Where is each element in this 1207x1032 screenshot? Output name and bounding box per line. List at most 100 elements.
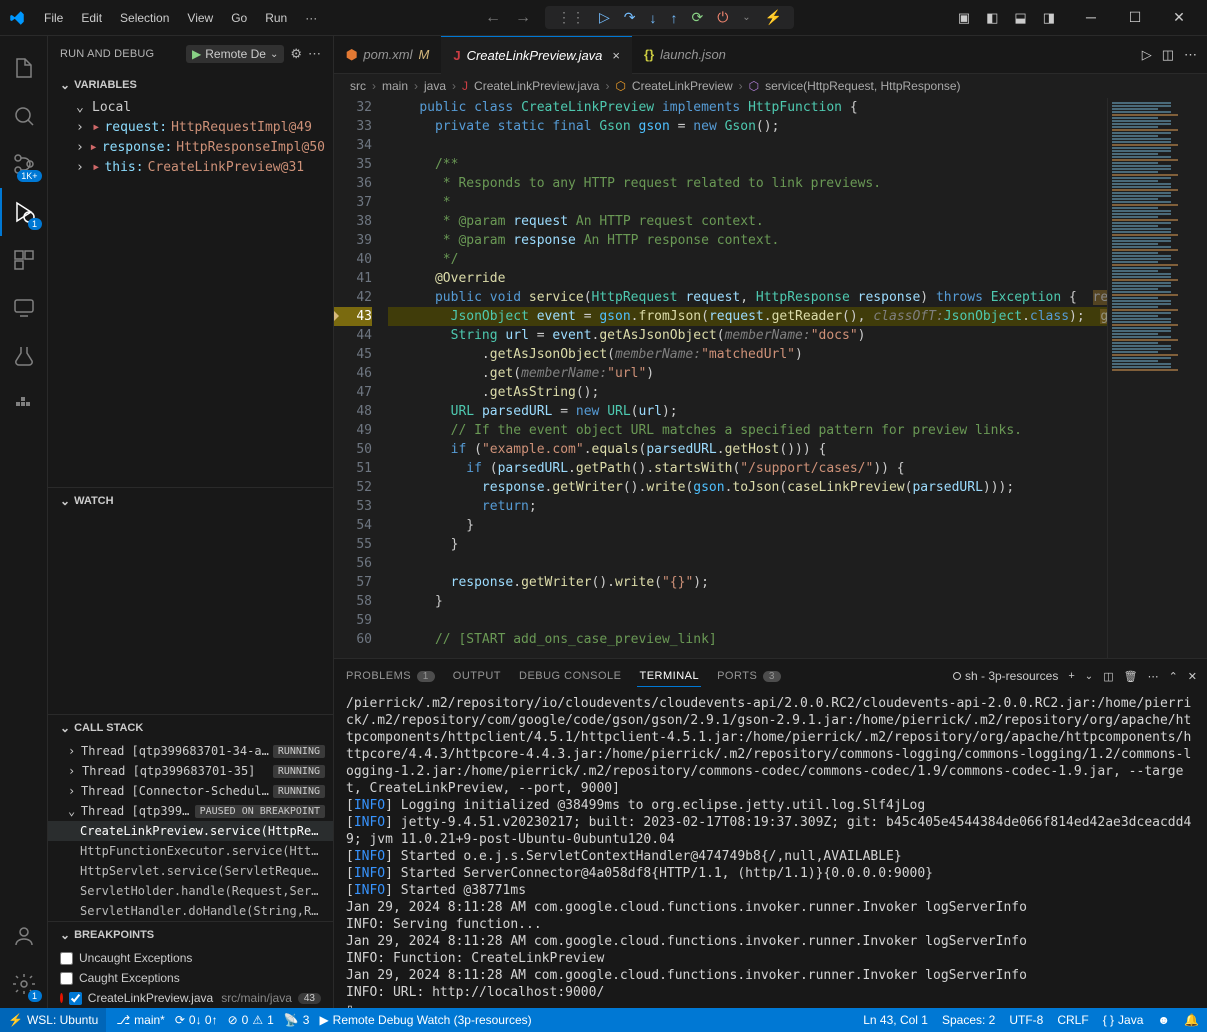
sb-spaces[interactable]: Spaces: 2 [942,1013,995,1027]
panel-maximize-icon[interactable]: ⌃ [1169,670,1178,683]
trash-icon[interactable]: 🗑 [1124,670,1138,683]
panel-close-icon[interactable]: ✕ [1188,670,1197,683]
menu-selection[interactable]: Selection [112,7,177,29]
sb-lang[interactable]: { } Java [1103,1013,1144,1027]
sb-sync[interactable]: ⟳ 0↓ 0↑ [175,1013,218,1027]
editor-tab[interactable]: {}launch.json [632,36,738,74]
editor-actions: ▷ ◫ ⋯ [1142,47,1197,63]
code-content[interactable]: public class CreateLinkPreview implement… [388,98,1107,658]
callstack-header[interactable]: CALL STACK [48,715,333,741]
stack-frame[interactable]: HttpServlet.service(ServletRequest,S [48,861,333,881]
menu-view[interactable]: View [179,7,221,29]
run-icon[interactable]: ▷ [1142,47,1152,63]
nav-forward[interactable]: → [515,9,531,27]
thread-row[interactable]: ›Thread [qtp399683701-34-acce…RUNNING [48,741,333,761]
sb-line[interactable]: Ln 43, Col 1 [863,1013,928,1027]
play-icon: ▶ [192,47,201,61]
panel-ports[interactable]: PORTS 3 [715,666,783,686]
activity-search[interactable] [0,92,48,140]
new-terminal-icon[interactable]: + [1068,670,1074,682]
panel-more-icon[interactable]: ⋯ [1148,670,1159,683]
panel-problems[interactable]: PROBLEMS 1 [344,666,437,686]
terminal-shell[interactable]: sh - 3p-resources [953,669,1058,683]
stack-frame[interactable]: ServletHolder.handle(Request,Servlet [48,881,333,901]
gear-icon[interactable]: ⚙ [290,46,302,62]
sb-notifications[interactable]: 🔔 [1184,1013,1199,1027]
terminal-content[interactable]: /pierrick/.m2/repository/io/cloudevents/… [334,693,1207,1008]
main-area: 1K+ 1 1 RUN AND DEBUG ▶ Remote De ⌄ ⚙ ⋯ … [0,36,1207,1008]
thread-row[interactable]: ›Thread [Connector-Scheduler-…RUNNING [48,781,333,801]
editor-tab[interactable]: ⬢pom.xmlM [334,36,441,74]
code-editor[interactable]: 3233343536373839404142434445464748495051… [334,98,1207,658]
terminal-dropdown-icon[interactable]: ⌄ [1085,671,1093,682]
variable-row[interactable]: ›▸response: HttpResponseImpl@50 [48,137,333,157]
step-over-icon[interactable]: ↷ [620,9,640,26]
debug-dropdown-icon[interactable]: ⌄ [738,12,754,23]
bp-file[interactable]: CreateLinkPreview.java src/main/java 43 [48,988,333,1008]
activity-docker[interactable] [0,380,48,428]
variable-row[interactable]: ›▸request: HttpRequestImpl@49 [48,117,333,137]
sb-errors[interactable]: ⊘ 0 ⚠ 1 [228,1013,274,1027]
scope-local[interactable]: ⌄Local [48,98,333,117]
panel-debug-console[interactable]: DEBUG CONSOLE [517,666,623,686]
disconnect-icon[interactable]: ⏻ [713,9,732,26]
activity-account[interactable] [0,912,48,960]
breadcrumb[interactable]: src› main› java› JCreateLinkPreview.java… [334,74,1207,98]
activity-remote[interactable] [0,284,48,332]
watch-header[interactable]: WATCH [48,488,333,514]
menu-file[interactable]: File [36,7,71,29]
sb-encoding[interactable]: UTF-8 [1009,1013,1043,1027]
bp-uncaught[interactable]: Uncaught Exceptions [48,948,333,968]
panel-bottom-icon[interactable]: ⬓ [1010,6,1030,30]
antenna-icon: 📡 [284,1013,299,1027]
sb-branch[interactable]: ⎇main* [116,1013,165,1027]
nav-back[interactable]: ← [485,9,501,27]
activity-extensions[interactable] [0,236,48,284]
drag-handle-icon[interactable]: ⋮⋮ [553,9,589,26]
remote-indicator[interactable]: ⚡WSL: Ubuntu [0,1008,106,1032]
activity-explorer[interactable] [0,44,48,92]
step-into-icon[interactable]: ↓ [645,10,660,26]
thread-row[interactable]: ›Thread [qtp399683701-35]RUNNING [48,761,333,781]
restart-icon[interactable]: ⟳ [687,9,707,26]
run-configuration[interactable]: ▶ Remote De ⌄ [186,45,284,63]
sb-ports[interactable]: 📡3 [284,1013,310,1027]
panel-right-icon[interactable]: ◨ [1039,6,1059,30]
close-button[interactable]: ✕ [1159,9,1199,26]
activity-scm[interactable]: 1K+ [0,140,48,188]
sb-debugger[interactable]: ▶Remote Debug Watch (3p-resources) [319,1013,531,1027]
activity-testing[interactable] [0,332,48,380]
split-terminal-icon[interactable]: ◫ [1103,670,1113,683]
thread-row[interactable]: ⌄Thread [qtp39968…PAUSED ON BREAKPOINT [48,801,333,821]
editor-tab[interactable]: JCreateLinkPreview.java× [441,36,632,74]
more-actions-icon[interactable]: ⋯ [1184,47,1197,63]
stack-frame[interactable]: ServletHandler.doHandle(String,Reque [48,901,333,921]
activity-settings[interactable]: 1 [0,960,48,1008]
watch-section: WATCH [48,487,333,714]
stack-frame[interactable]: CreateLinkPreview.service(HttpReques [48,821,333,841]
continue-icon[interactable]: ▷ [595,9,614,26]
menu-edit[interactable]: Edit [73,7,110,29]
maximize-button[interactable]: ☐ [1115,9,1155,26]
panel-output[interactable]: OUTPUT [451,666,503,686]
panel-terminal[interactable]: TERMINAL [637,666,701,687]
menu-run[interactable]: Run [257,7,295,29]
stack-frame[interactable]: HttpFunctionExecutor.service(HttpSer [48,841,333,861]
variables-header[interactable]: VARIABLES [48,72,333,98]
variable-row[interactable]: ›▸this: CreateLinkPreview@31 [48,157,333,177]
hot-reload-icon[interactable]: ⚡ [761,9,786,26]
minimize-button[interactable]: ─ [1071,9,1111,26]
split-icon[interactable]: ◫ [1162,47,1174,63]
panel-left-icon[interactable]: ◧ [982,6,1002,30]
layout-customize-icon[interactable]: ▣ [954,6,974,30]
minimap[interactable] [1107,98,1207,658]
sb-eol[interactable]: CRLF [1057,1013,1088,1027]
breakpoints-header[interactable]: BREAKPOINTS [48,922,333,948]
activity-debug[interactable]: 1 [0,188,48,236]
step-out-icon[interactable]: ↑ [666,10,681,26]
bp-caught[interactable]: Caught Exceptions [48,968,333,988]
sb-feedback[interactable]: ☻ [1157,1013,1170,1027]
menu-more[interactable]: ··· [297,7,325,29]
menu-go[interactable]: Go [223,7,255,29]
more-icon[interactable]: ⋯ [308,46,321,62]
